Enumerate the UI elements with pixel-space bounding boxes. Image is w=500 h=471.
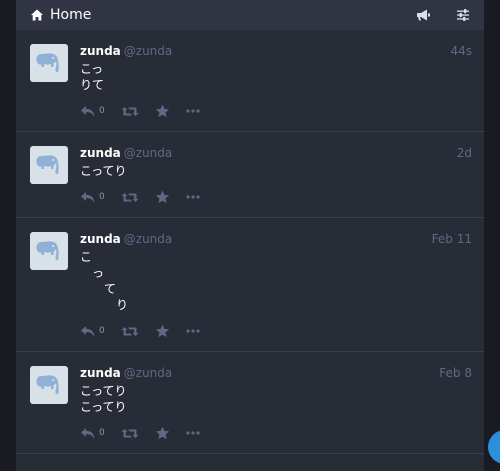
relative-time[interactable]: 2d [457,145,472,161]
status-meta: zunda @zunda 2d [80,145,472,161]
status-content: こってり [80,164,127,178]
column-title: Home [50,7,92,23]
timeline: zunda @zunda 44s こっ りて 0 zunda @zunda 2d… [16,30,484,454]
reply-count: 0 [99,106,105,116]
favourite-button[interactable] [155,426,170,440]
reply-icon [81,427,95,439]
reply-count: 0 [99,326,105,336]
display-name[interactable]: zunda [80,43,121,59]
home-icon [30,8,44,22]
status-meta: zunda @zunda Feb 8 [80,365,472,381]
favourite-button[interactable] [155,324,170,338]
avatar[interactable] [30,232,68,270]
status-content: こってり こってり [80,384,127,414]
favourite-button[interactable] [155,190,170,204]
column-settings-button[interactable] [454,6,472,24]
star-icon [155,104,169,118]
more-options-button[interactable] [186,431,200,435]
home-column: Home zunda @zunda 44s こっ りて 0 zunda @zun… [16,0,484,471]
display-name[interactable]: zunda [80,145,121,161]
ellipsis-icon [186,329,200,333]
boost-button[interactable] [121,427,139,440]
sliders-icon [457,9,469,21]
elephant-avatar-icon [36,53,59,73]
boost-button[interactable] [121,325,139,338]
status-content: こ っ て り [80,250,129,312]
reply-icon [81,325,95,337]
retweet-icon [121,428,139,438]
star-icon [155,324,169,338]
star-icon [155,190,169,204]
avatar[interactable] [30,44,68,82]
reply-button[interactable]: 0 [80,427,105,440]
column-header[interactable]: Home [16,0,484,30]
elephant-avatar-icon [36,375,59,395]
status-actions: 0 [80,185,472,209]
star-icon [155,426,169,440]
boost-button[interactable] [121,191,139,204]
boost-button[interactable] [121,105,139,118]
bullhorn-icon [417,9,430,21]
account-handle[interactable]: @zunda [124,145,172,161]
more-options-button[interactable] [186,109,200,113]
reply-icon [81,191,95,203]
elephant-avatar-icon [36,241,59,261]
avatar[interactable] [30,366,68,404]
status[interactable]: zunda @zunda Feb 11 こ っ て り 0 [16,218,484,352]
account-handle[interactable]: @zunda [124,231,172,247]
announcements-button[interactable] [414,6,432,24]
reply-count: 0 [99,192,105,202]
status[interactable]: zunda @zunda Feb 8 こってり こってり 0 [16,352,484,454]
relative-time[interactable]: Feb 8 [439,365,472,381]
compose-button[interactable] [488,430,500,464]
status[interactable]: zunda @zunda 2d こってり 0 [16,132,484,218]
more-options-button[interactable] [186,329,200,333]
ellipsis-icon [186,109,200,113]
retweet-icon [121,326,139,336]
display-name[interactable]: zunda [80,365,121,381]
reply-button[interactable]: 0 [80,325,105,338]
account-handle[interactable]: @zunda [124,43,172,59]
reply-icon [81,105,95,117]
retweet-icon [121,106,139,116]
status-meta: zunda @zunda 44s [80,43,472,59]
relative-time[interactable]: 44s [450,43,472,59]
status-actions: 0 [80,99,472,123]
status-actions: 0 [80,421,472,445]
reply-button[interactable]: 0 [80,105,105,118]
display-name[interactable]: zunda [80,231,121,247]
account-handle[interactable]: @zunda [124,365,172,381]
avatar[interactable] [30,146,68,184]
status[interactable]: zunda @zunda 44s こっ りて 0 [16,30,484,132]
relative-time[interactable]: Feb 11 [432,231,472,247]
reply-button[interactable]: 0 [80,191,105,204]
status-actions: 0 [80,319,472,343]
status-content: こっ りて [80,62,105,92]
retweet-icon [121,192,139,202]
elephant-avatar-icon [36,155,59,175]
reply-count: 0 [99,428,105,438]
more-options-button[interactable] [186,195,200,199]
favourite-button[interactable] [155,104,170,118]
status-meta: zunda @zunda Feb 11 [80,231,472,247]
ellipsis-icon [186,431,200,435]
ellipsis-icon [186,195,200,199]
